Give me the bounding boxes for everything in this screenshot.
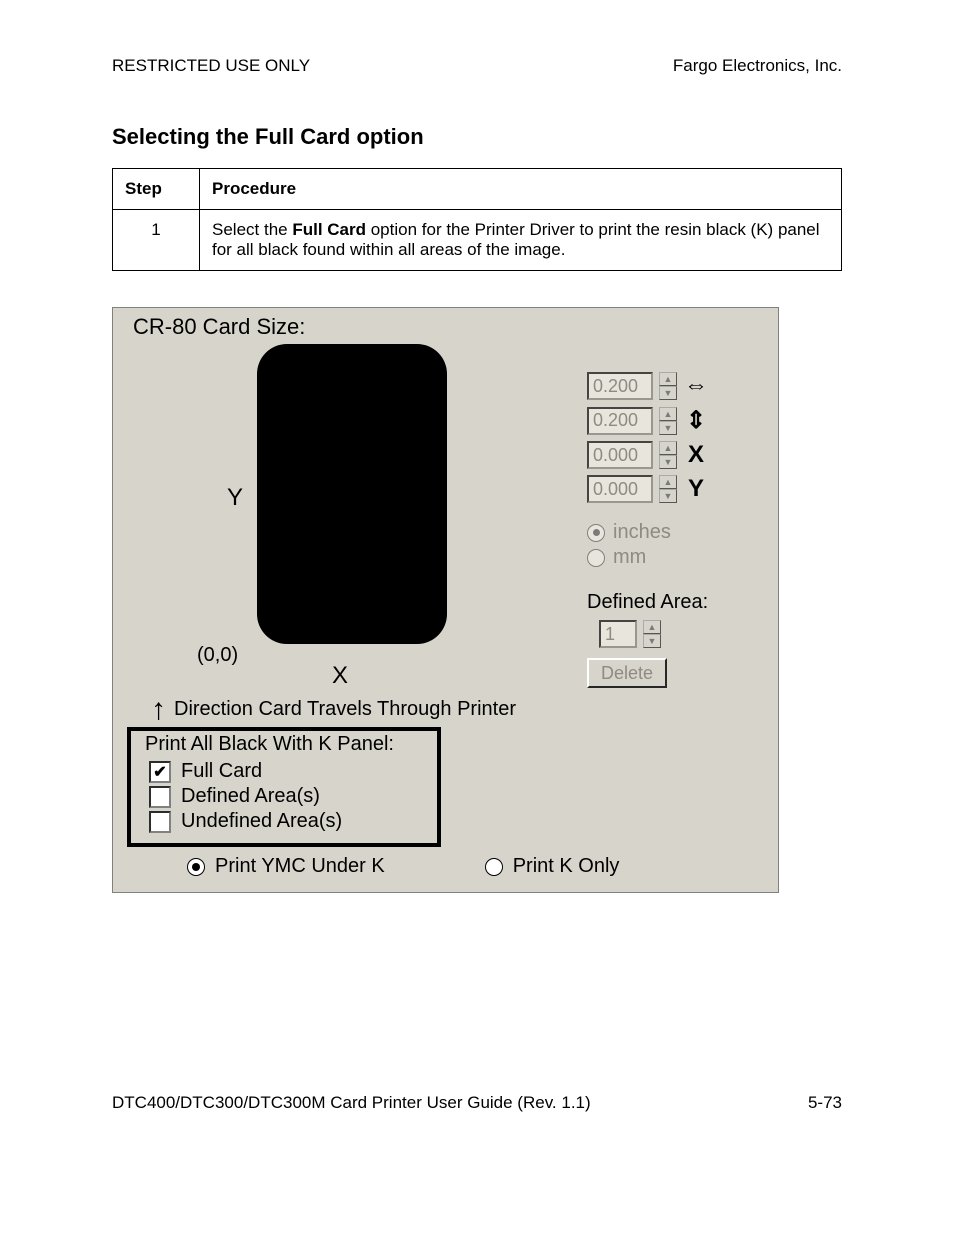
step-text: Select the Full Card option for the Prin… <box>200 210 842 271</box>
radio-print-ymc[interactable] <box>187 858 205 876</box>
step-number: 1 <box>113 210 200 271</box>
checkbox-undefined-areas[interactable] <box>149 811 171 833</box>
units-inches-radio[interactable] <box>587 524 605 542</box>
dialog-screenshot: CR-80 Card Size: Y (0,0) X ↑ Direction C… <box>112 307 779 893</box>
checkbox-defined-areas[interactable] <box>149 786 171 808</box>
label-full-card: Full Card <box>181 760 262 783</box>
y-spin-down[interactable]: ▼ <box>659 489 677 503</box>
label-defined-areas: Defined Area(s) <box>181 785 320 808</box>
direction-text: Direction Card Travels Through Printer <box>174 698 516 721</box>
y-input[interactable] <box>587 475 653 503</box>
units-mm-label: mm <box>613 546 646 569</box>
radio-print-k-only[interactable] <box>485 858 503 876</box>
header-right: Fargo Electronics, Inc. <box>673 56 842 76</box>
y-spin-up[interactable]: ▲ <box>659 475 677 489</box>
x-icon: X <box>683 441 709 469</box>
width-input[interactable] <box>587 372 653 400</box>
height-input[interactable] <box>587 407 653 435</box>
axis-y-label: Y <box>227 484 243 512</box>
label-undefined-areas: Undefined Area(s) <box>181 810 342 833</box>
footer-right: 5-73 <box>808 1093 842 1113</box>
step-text-bold: Full Card <box>292 220 366 239</box>
header-left: RESTRICTED USE ONLY <box>112 56 310 76</box>
width-spin-down[interactable]: ▼ <box>659 386 677 400</box>
height-spin-down[interactable]: ▼ <box>659 421 677 435</box>
table-header-step: Step <box>113 169 200 210</box>
procedure-table: Step Procedure 1 Select the Full Card op… <box>112 168 842 271</box>
arrow-up-icon: ↑ <box>151 699 166 721</box>
defined-area-input[interactable] <box>599 620 637 648</box>
height-icon: ⇕ <box>683 406 709 435</box>
defined-area-label: Defined Area: <box>587 591 747 614</box>
height-spin-up[interactable]: ▲ <box>659 407 677 421</box>
step-text-pre: Select the <box>212 220 292 239</box>
x-spin-down[interactable]: ▼ <box>659 455 677 469</box>
dialog-title: CR-80 Card Size: <box>133 314 764 340</box>
section-title: Selecting the Full Card option <box>112 124 842 150</box>
groupbox-title: Print All Black With K Panel: <box>143 733 396 755</box>
units-mm-radio[interactable] <box>587 549 605 567</box>
defined-spin-up[interactable]: ▲ <box>643 620 661 634</box>
y-icon: Y <box>683 475 709 503</box>
table-header-procedure: Procedure <box>200 169 842 210</box>
card-preview <box>257 344 447 644</box>
label-print-ymc: Print YMC Under K <box>215 855 385 878</box>
x-spin-up[interactable]: ▲ <box>659 441 677 455</box>
table-row: 1 Select the Full Card option for the Pr… <box>113 210 842 271</box>
width-spin-up[interactable]: ▲ <box>659 372 677 386</box>
origin-label: (0,0) <box>197 644 238 667</box>
defined-spin-down[interactable]: ▼ <box>643 634 661 648</box>
label-print-k-only: Print K Only <box>513 855 620 878</box>
delete-button[interactable]: Delete <box>587 658 667 688</box>
checkbox-full-card[interactable]: ✔ <box>149 761 171 783</box>
k-panel-groupbox: Print All Black With K Panel: ✔ Full Car… <box>127 727 441 847</box>
axis-x-label: X <box>332 662 348 690</box>
width-icon: ⇔ <box>683 372 709 400</box>
x-input[interactable] <box>587 441 653 469</box>
footer-left: DTC400/DTC300/DTC300M Card Printer User … <box>112 1093 591 1113</box>
units-inches-label: inches <box>613 521 671 544</box>
